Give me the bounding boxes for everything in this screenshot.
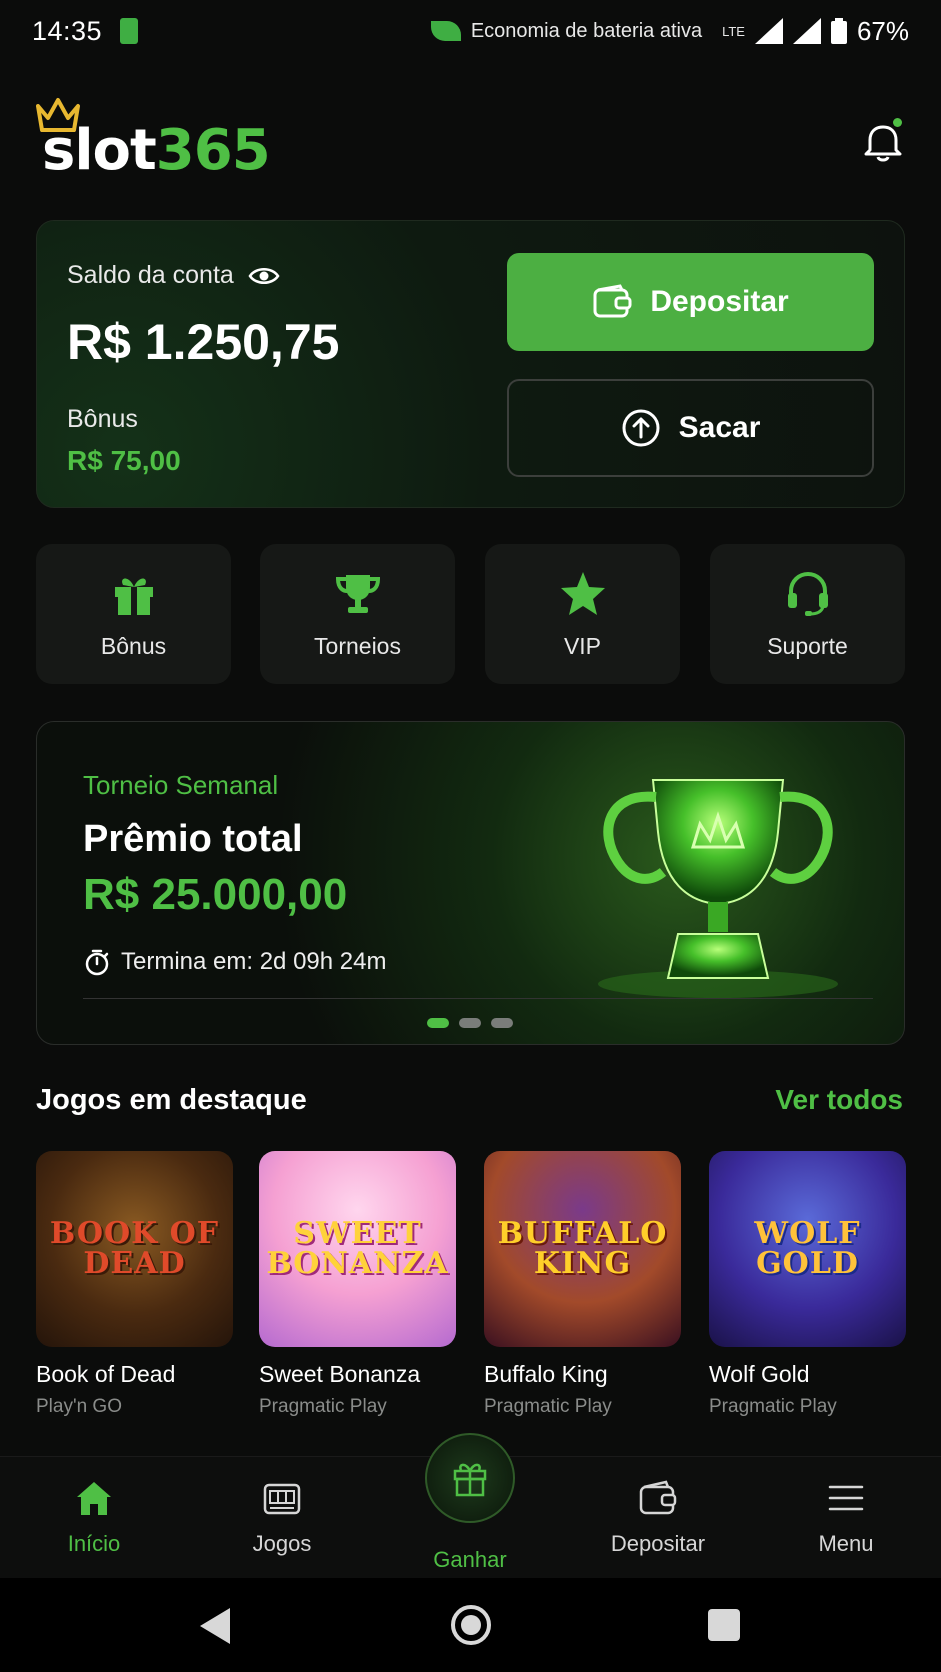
game-thumbnail[interactable]: BOOK OF DEAD [36,1151,233,1347]
wallet-icon [593,284,632,318]
logo-text: slot365 [42,118,271,183]
home-button-icon[interactable] [451,1605,491,1645]
banner-countdown: Termina em: 2d 09h 24m [83,948,386,976]
game-art-text: WOLF GOLD [754,1216,861,1281]
trophy-image [598,779,838,998]
notification-dot [893,118,902,127]
star-icon [560,571,605,615]
featured-title: Jogos em destaque [36,1084,307,1116]
home-icon [77,1482,111,1515]
banner-ends-text: Termina em: 2d 09h 24m [121,948,387,975]
nav-home[interactable]: Início [14,1477,174,1557]
balance-label: Saldo da conta [67,261,234,289]
deposit-button[interactable]: Depositar [507,253,874,351]
game-provider: Pragmatic Play [709,1396,837,1417]
quick-action-tournaments[interactable]: Torneios [260,544,455,684]
status-right: Economia de bateria ativa LTE 67% [430,15,909,47]
status-bar: 14:35 Economia de bateria ativa LTE 67% [0,0,941,62]
withdraw-button[interactable]: Sacar [507,379,874,477]
nav-games[interactable]: Jogos [202,1477,362,1557]
signal-icon-2 [792,18,821,44]
quick-action-vip[interactable]: VIP [485,544,680,684]
recents-icon[interactable] [708,1609,740,1641]
stopwatch-icon [85,949,109,976]
system-nav-bar [0,1578,941,1672]
wallet-icon [639,1480,677,1515]
game-name: Wolf Gold [709,1361,810,1387]
game-thumbnail[interactable]: WOLF GOLD [709,1151,906,1347]
game-provider: Play'n GO [36,1396,122,1417]
gift-icon [453,1463,487,1497]
game-provider: Pragmatic Play [259,1396,387,1417]
quick-action-label: Bônus [100,632,167,659]
battery-saver-text: Economia de bateria ativa [470,19,703,42]
game-name: Sweet Bonanza [259,1361,421,1387]
app-header: slot365 [36,96,906,186]
lte-label: LTE [722,23,745,39]
battery-saver-icon [120,18,139,44]
quick-action-support[interactable]: Suporte [710,544,905,684]
nav-deposit[interactable]: Depositar [578,1477,738,1557]
carousel-dot[interactable] [491,1018,513,1028]
bottom-nav: Início Jogos Ganhar Depositar Menu [0,1433,941,1578]
nav-earn[interactable]: Ganhar [390,1433,550,1573]
upload-arrow-icon [622,409,660,447]
carousel-dots [427,1018,513,1028]
game-name: Buffalo King [484,1361,608,1387]
status-time: 14:35 [32,15,103,46]
signal-icon [754,18,783,44]
slot-machine-icon [263,1483,301,1515]
quick-action-bonus[interactable]: Bônus [36,544,231,684]
banner-tag: Torneio Semanal [83,770,279,800]
banner-title: Prêmio total [83,818,303,860]
quick-action-label: Suporte [767,632,848,659]
game-card-book-of-dead[interactable]: BOOK OF DEAD Book of Dead Play'n GO [36,1151,233,1418]
game-name: Book of Dead [36,1361,176,1387]
carousel-dot[interactable] [427,1018,449,1028]
game-card-sweet-bonanza[interactable]: SWEET BONANZA Sweet Bonanza Pragmatic Pl… [259,1151,456,1418]
see-all-link[interactable]: Ver todos [775,1084,903,1116]
game-card-wolf-gold[interactable]: WOLF GOLD Wolf Gold Pragmatic Play [709,1151,906,1418]
battery-percent: 67% [856,15,909,46]
balance-label-row: Saldo da conta [67,261,280,290]
banner-prize: R$ 25.000,00 [83,870,348,919]
tournament-banner[interactable]: Torneio Semanal Prêmio total R$ 25.000,0… [36,721,905,1045]
nav-label: Ganhar [433,1547,507,1572]
nav-menu[interactable]: Menu [766,1477,926,1557]
app-logo[interactable]: slot365 [36,96,296,186]
leaf-icon [430,21,461,41]
battery-icon [830,18,847,44]
nav-label: Depositar [610,1531,706,1556]
game-provider: Pragmatic Play [484,1396,612,1417]
back-icon[interactable] [200,1608,230,1644]
gift-icon [114,578,153,615]
nav-label: Início [67,1531,121,1556]
eye-icon[interactable] [248,265,280,287]
quick-action-label: VIP [563,632,602,659]
logo-365: 365 [155,118,271,183]
menu-icon [828,1485,864,1511]
game-art-text: SWEET BONANZA [266,1216,449,1281]
game-thumbnail[interactable]: SWEET BONANZA [259,1151,456,1347]
bonus-amount: R$ 75,00 [67,445,181,476]
carousel-dot[interactable] [459,1018,481,1028]
balance-card: Saldo da conta R$ 1.250,75 Bônus R$ 75,0… [36,220,905,508]
trophy-icon [335,574,380,613]
game-card-buffalo-king[interactable]: BUFFALO KING Buffalo King Pragmatic Play [484,1151,681,1418]
quick-action-label: Torneios [314,632,401,659]
game-thumbnail[interactable]: BUFFALO KING [484,1151,681,1347]
bonus-label: Bônus [67,405,138,433]
withdraw-label: Sacar [678,411,761,444]
logo-slot: slot [42,118,157,183]
game-art-text: BUFFALO KING [497,1216,668,1281]
earn-circle[interactable] [425,1433,515,1523]
game-art-text: BOOK OF DEAD [49,1216,220,1281]
nav-label: Jogos [252,1531,312,1556]
balance-amount: R$ 1.250,75 [67,314,340,370]
headset-icon [787,571,828,616]
deposit-label: Depositar [650,285,789,318]
nav-label: Menu [818,1531,874,1556]
